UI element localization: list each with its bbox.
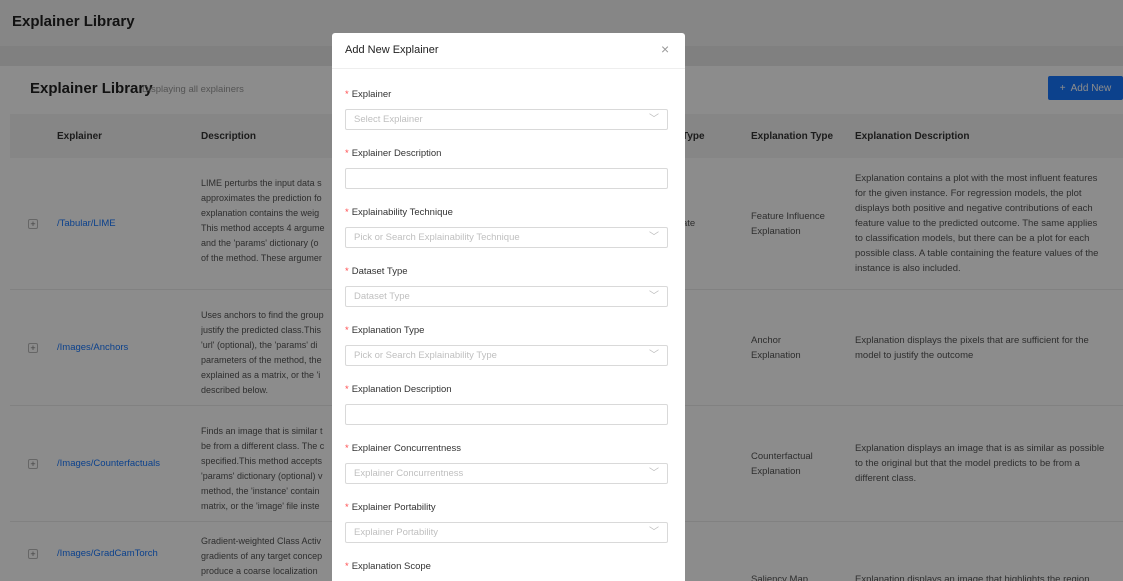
required-mark: * (345, 561, 349, 572)
explanation-type-select[interactable]: Pick or Search Explainability Type ﹀ (345, 345, 668, 366)
close-icon[interactable]: × (661, 42, 669, 56)
explainer-concurrentness-select[interactable]: Explainer Concurrentness ﹀ (345, 463, 668, 484)
chevron-down-icon[interactable]: ﹀ (649, 228, 659, 247)
explanation-type-label: * Explanation Type (345, 325, 668, 339)
add-explainer-modal: Add New Explainer × * Explainer Select Exp… (332, 33, 685, 581)
explanation-description-field: * Explanation Description (345, 384, 668, 425)
dataset-type-select[interactable]: Dataset Type ﹀ (345, 286, 668, 307)
explainer-portability-field: * Explainer Portability Explainer Portabil… (345, 502, 668, 543)
required-mark: * (345, 89, 349, 100)
explainer-description-label-text: Explainer Description (351, 148, 442, 159)
required-mark: * (345, 443, 349, 454)
explanation-type-placeholder: Pick or Search Explainability Type (354, 350, 497, 361)
explainer-concurrentness-label-text: Explainer Concurrentness (351, 443, 462, 454)
dataset-type-placeholder: Dataset Type (354, 291, 410, 302)
explainability-technique-label-text: Explainability Technique (351, 207, 453, 218)
explanation-description-label: * Explanation Description (345, 384, 668, 398)
explainer-portability-label: * Explainer Portability (345, 502, 668, 516)
explainability-technique-field: * Explainability Technique Pick or Search … (345, 207, 668, 248)
explainer-description-label: * Explainer Description (345, 148, 668, 162)
chevron-down-icon[interactable]: ﹀ (649, 110, 659, 129)
dataset-type-field: * Dataset Type Dataset Type ﹀ (345, 266, 668, 307)
chevron-down-icon[interactable]: ﹀ (649, 346, 659, 365)
explanation-description-input[interactable] (345, 404, 668, 425)
explainer-concurrentness-placeholder: Explainer Concurrentness (354, 468, 464, 479)
required-mark: * (345, 207, 349, 218)
required-mark: * (345, 384, 349, 395)
explanation-description-label-text: Explanation Description (351, 384, 452, 395)
explainability-technique-label: * Explainability Technique (345, 207, 668, 221)
dataset-type-label: * Dataset Type (345, 266, 668, 280)
explanation-scope-label: * Explanation Scope (345, 561, 668, 575)
explanation-type-field: * Explanation Type Pick or Search Explaina… (345, 325, 668, 366)
explainability-technique-placeholder: Pick or Search Explainability Technique (354, 232, 520, 243)
dataset-type-label-text: Dataset Type (351, 266, 408, 277)
required-mark: * (345, 148, 349, 159)
explainer-label-text: Explainer (351, 89, 392, 100)
explainer-description-input[interactable] (345, 168, 668, 189)
explainer-field: * Explainer Select Explainer ﹀ (345, 89, 668, 130)
explainer-portability-placeholder: Explainer Portability (354, 527, 438, 538)
explainer-select[interactable]: Select Explainer ﹀ (345, 109, 668, 130)
explainer-portability-label-text: Explainer Portability (351, 502, 436, 513)
explainer-label: * Explainer (345, 89, 668, 103)
explanation-scope-label-text: Explanation Scope (351, 561, 431, 572)
explainability-technique-select[interactable]: Pick or Search Explainability Technique ﹀ (345, 227, 668, 248)
chevron-down-icon[interactable]: ﹀ (649, 464, 659, 483)
modal-title: Add New Explainer (345, 44, 439, 56)
explainer-concurrentness-label: * Explainer Concurrentness (345, 443, 668, 457)
explanation-scope-field: *Explanation Scope﹀ (345, 561, 668, 581)
required-mark: * (345, 502, 349, 513)
required-mark: * (345, 325, 349, 336)
explanation-type-label-text: Explanation Type (351, 325, 425, 336)
modal-header: Add New Explainer × (332, 33, 685, 69)
explainer-description-field: * Explainer Description (345, 148, 668, 189)
explainer-placeholder: Select Explainer (354, 114, 423, 125)
chevron-down-icon[interactable]: ﹀ (649, 523, 659, 542)
explainer-concurrentness-field: * Explainer Concurrentness Explainer Concu… (345, 443, 668, 484)
chevron-down-icon[interactable]: ﹀ (649, 287, 659, 306)
explainer-portability-select[interactable]: Explainer Portability ﹀ (345, 522, 668, 543)
required-mark: * (345, 266, 349, 277)
